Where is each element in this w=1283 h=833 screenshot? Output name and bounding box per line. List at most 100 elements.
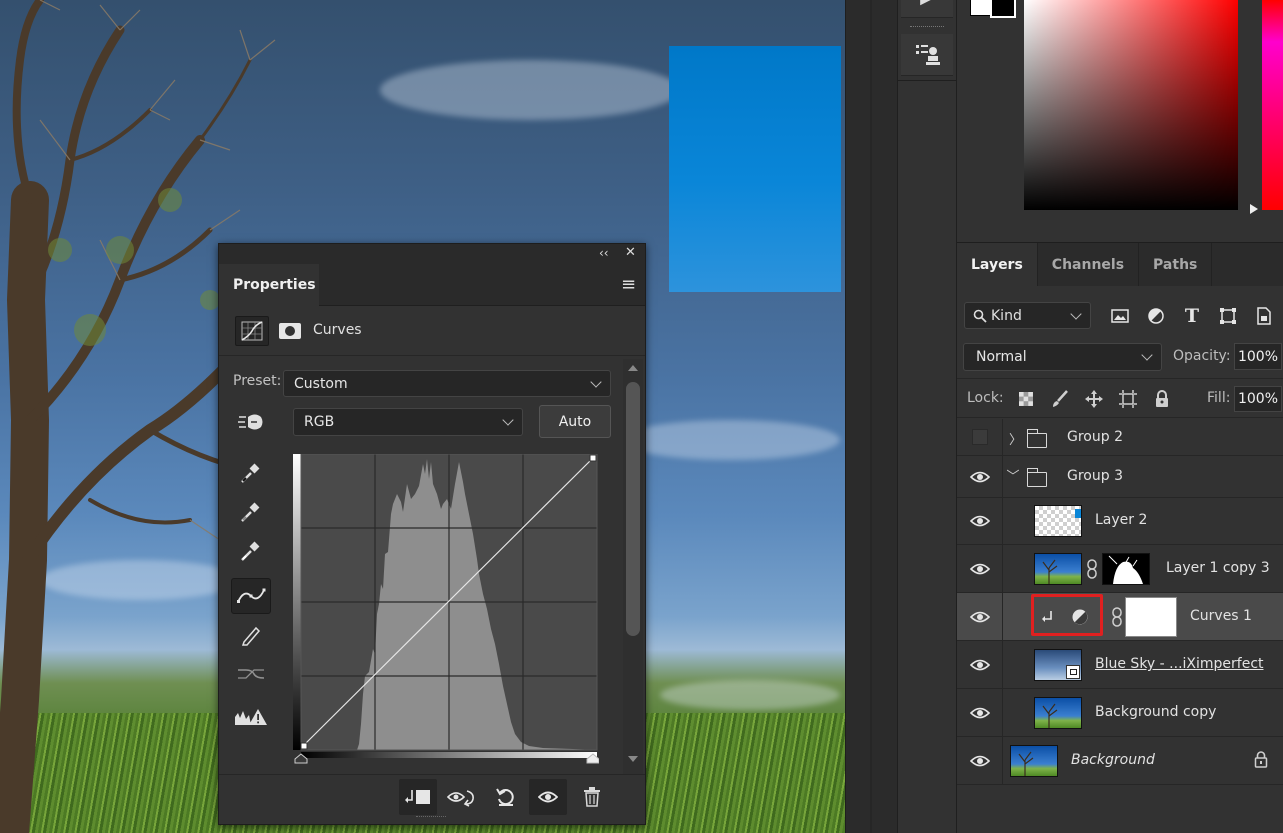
clipping-warning-icon[interactable] (231, 699, 271, 735)
lock-transparent-pixels-icon[interactable] (1015, 388, 1037, 410)
layer-name: Blue Sky - ...iXimperfect (1095, 656, 1264, 672)
highlight-annotation-box (1031, 594, 1103, 636)
visibility-eye-icon[interactable] (529, 779, 567, 815)
lock-position-icon[interactable] (1083, 388, 1105, 410)
tab-channels[interactable]: Channels (1038, 243, 1140, 286)
visibility-toggle[interactable] (957, 545, 1003, 592)
black-point-eyedropper-icon[interactable] (231, 455, 271, 491)
folder-open-icon (1026, 468, 1047, 487)
hand-target-icon[interactable] (231, 404, 271, 440)
lock-artboard-icon[interactable] (1117, 388, 1139, 410)
layer-mask-icon[interactable] (275, 316, 305, 346)
panel-grip[interactable] (910, 26, 944, 29)
lock-all-icon[interactable] (1151, 388, 1173, 410)
layer-thumbnail (1034, 697, 1082, 729)
clone-source-icon[interactable] (901, 34, 953, 76)
auto-button[interactable]: Auto (539, 405, 611, 438)
adjustment-filter-icon[interactable] (1143, 303, 1169, 329)
reset-icon[interactable] (487, 779, 525, 815)
lock-image-pixels-icon[interactable] (1049, 388, 1071, 410)
curve-points-icon[interactable] (231, 578, 271, 614)
tab-paths[interactable]: Paths (1139, 243, 1213, 286)
layer-name: Group 2 (1067, 429, 1123, 445)
layers-panel-tabs: Layers Channels Paths (957, 243, 1283, 286)
search-icon (973, 309, 987, 323)
gray-point-eyedropper-icon[interactable] (231, 494, 271, 530)
layer-row-group-3[interactable]: 〉 Group 3 (957, 456, 1283, 498)
opacity-input[interactable]: 100% (1234, 343, 1282, 370)
trash-icon[interactable] (573, 779, 611, 815)
cloud (380, 60, 680, 120)
folder-icon (1026, 429, 1047, 448)
eye-icon (969, 471, 990, 482)
channel-value: RGB (304, 414, 335, 430)
shape-filter-icon[interactable] (1215, 303, 1241, 329)
scroll-down-icon[interactable] (628, 756, 638, 762)
play-icon[interactable]: ▶ (901, 0, 953, 18)
panel-titlebar[interactable]: ‹‹ ✕ (219, 244, 645, 264)
color-saturation-field[interactable] (1024, 0, 1238, 210)
layer-mask-thumbnail[interactable] (1125, 597, 1177, 637)
view-previous-state-icon[interactable] (443, 779, 481, 815)
smart-object-filter-icon[interactable] (1251, 303, 1277, 329)
layer-row-background[interactable]: Background (957, 737, 1283, 785)
smooth-curve-icon[interactable] (231, 656, 271, 692)
visibility-toggle[interactable] (957, 419, 1003, 455)
panel-menu-icon[interactable]: ≡ (621, 274, 636, 295)
visibility-toggle[interactable] (957, 593, 1003, 640)
layer-row-layer-2[interactable]: Layer 2 (957, 498, 1283, 545)
hue-slider-caret[interactable] (1250, 204, 1258, 214)
white-point-eyedropper-icon[interactable] (231, 533, 271, 569)
visibility-toggle[interactable] (957, 737, 1003, 784)
lock-icon[interactable] (1254, 751, 1268, 772)
layer-row-layer-1-copy-3[interactable]: Layer 1 copy 3 (957, 545, 1283, 593)
close-panel-icon[interactable]: ✕ (625, 245, 636, 260)
curves-adjustment-icon[interactable] (235, 316, 269, 346)
eye-icon (969, 659, 990, 670)
tab-properties[interactable]: Properties (219, 264, 319, 306)
layers-panel: Layers Channels Paths Kind T Normal Opac… (957, 243, 1283, 833)
adjustment-name: Curves (313, 322, 362, 338)
type-filter-icon[interactable]: T (1179, 303, 1205, 329)
chevron-down-icon (502, 414, 514, 426)
pixel-filter-icon[interactable] (1107, 303, 1133, 329)
panel-dock-divider[interactable] (845, 0, 897, 833)
curves-graph[interactable] (293, 454, 599, 764)
hue-slider[interactable] (1262, 0, 1283, 210)
visibility-toggle[interactable] (957, 498, 1003, 544)
layer-row-curves-1[interactable]: Curves 1 (957, 593, 1283, 641)
clip-to-layer-icon[interactable] (399, 779, 437, 815)
pencil-icon[interactable] (231, 617, 271, 653)
scrollbar-thumb[interactable] (626, 382, 640, 636)
fill-input[interactable]: 100% (1234, 386, 1282, 412)
scroll-up-icon[interactable] (628, 365, 638, 371)
curve-point-black[interactable] (300, 742, 308, 750)
background-color-swatch[interactable] (990, 0, 1016, 18)
eye-icon (969, 515, 990, 527)
chevron-down-icon (1141, 349, 1153, 361)
layer-mask-thumbnail[interactable] (1102, 553, 1150, 585)
blend-mode-select[interactable]: Normal (963, 343, 1162, 371)
channel-select[interactable]: RGB (293, 408, 523, 436)
tab-layers[interactable]: Layers (957, 243, 1038, 286)
eye-icon (969, 755, 990, 766)
kind-filter-select[interactable]: Kind (964, 302, 1091, 329)
chevron-right-icon[interactable]: 〉 (1009, 429, 1022, 448)
blend-mode-value: Normal (976, 349, 1027, 365)
layer-row-blue-sky[interactable]: Blue Sky - ...iXimperfect (957, 641, 1283, 689)
chevron-down-icon (1070, 307, 1082, 320)
curve-point-white[interactable] (589, 454, 597, 462)
chevron-down-icon[interactable]: 〉 (1004, 469, 1023, 482)
preset-select[interactable]: Custom (283, 370, 611, 397)
link-chain-icon[interactable] (1086, 559, 1098, 583)
visibility-toggle[interactable] (957, 689, 1003, 736)
panel-resize-grip[interactable] (416, 816, 446, 819)
visibility-toggle[interactable] (957, 456, 1003, 497)
collapse-panel-icon[interactable]: ‹‹ (599, 246, 609, 260)
link-chain-icon[interactable] (1111, 607, 1123, 631)
layer-row-background-copy[interactable]: Background copy (957, 689, 1283, 737)
layer-row-group-2[interactable]: 〉 Group 2 (957, 419, 1283, 456)
layer-thumbnail (1034, 553, 1082, 585)
visibility-toggle[interactable] (957, 641, 1003, 688)
preset-label: Preset: (233, 373, 282, 389)
